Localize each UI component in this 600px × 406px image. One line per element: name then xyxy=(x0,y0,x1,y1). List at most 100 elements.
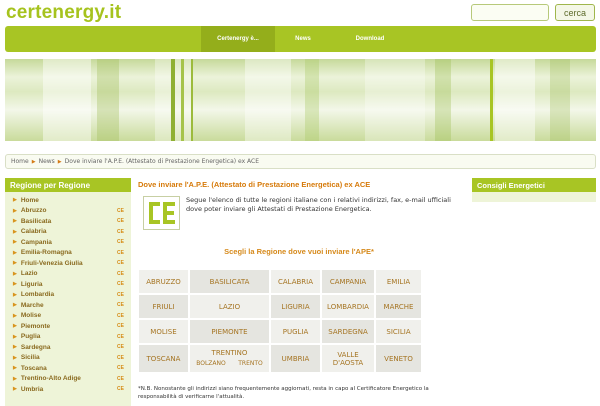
chevron-right-icon: ▶ xyxy=(13,281,17,288)
breadcrumb-home[interactable]: Home xyxy=(11,158,29,165)
sidebar-item-label: Lazio xyxy=(20,270,38,278)
sidebar-item-toscana[interactable]: ▶ Toscana CE xyxy=(5,363,131,374)
region-label: TOSCANA xyxy=(146,354,181,363)
sidebar-item-friuli-venezia-giulia[interactable]: ▶ Friuli-Venezia Giulia CE xyxy=(5,258,131,269)
search-button[interactable]: cerca xyxy=(555,4,595,21)
nav-item-news[interactable]: News xyxy=(277,26,329,52)
region-grid: ABRUZZO BASILICATA CALABRIA CAMPANIA EMILIA F… xyxy=(139,270,421,372)
region-cell-emilia[interactable]: EMILIA xyxy=(376,270,421,293)
chevron-right-icon: ▶ xyxy=(13,312,17,319)
region-sub-bolzano[interactable]: BOLZANO xyxy=(196,360,226,368)
region-cell-molise[interactable]: MOLISE xyxy=(139,320,188,343)
region-label: VENETO xyxy=(384,354,413,363)
ce-badge-icon: CE xyxy=(117,354,124,361)
region-cell-liguria[interactable]: LIGURIA xyxy=(271,295,320,318)
region-cell-piemonte[interactable]: PIEMONTE xyxy=(190,320,269,343)
ce-badge-icon: CE xyxy=(117,375,124,382)
breadcrumb-news[interactable]: News xyxy=(39,158,55,165)
sidebar-item-calabria[interactable]: ▶ Calabria CE xyxy=(5,227,131,238)
chevron-right-icon: ▶ xyxy=(13,291,17,298)
sidebar-item-label: Toscana xyxy=(20,364,47,372)
sidebar-item-label: Sicilia xyxy=(20,354,40,362)
sidebar-item-home[interactable]: ▶ Home xyxy=(5,195,131,206)
chevron-right-icon: ▶ xyxy=(13,386,17,393)
chevron-right-icon: ▶ xyxy=(13,239,17,246)
search-input[interactable] xyxy=(471,4,549,21)
sidebar-item-label: Umbria xyxy=(20,385,44,393)
chevron-right-icon: ▶ xyxy=(13,270,17,277)
region-cell-valle-d-aosta[interactable]: VALLE D'AOSTA xyxy=(322,345,374,372)
intro-text: Segue l'elenco di tutte le regioni itali… xyxy=(186,196,451,213)
region-cell-basilicata[interactable]: BASILICATA xyxy=(190,270,269,293)
sidebar-item-label: Lombardia xyxy=(20,291,55,299)
disclaimer-note: *N.B. Nonostante gli indirizzi siano fre… xyxy=(138,386,429,400)
chevron-right-icon: ▶ xyxy=(13,228,17,235)
region-cell-sicilia[interactable]: SICILIA xyxy=(376,320,421,343)
sidebar-item-sicilia[interactable]: ▶ Sicilia CE xyxy=(5,353,131,364)
region-cell-marche[interactable]: MARCHE xyxy=(376,295,421,318)
breadcrumb-current: Dove inviare l'A.P.E. (Attestato di Pres… xyxy=(64,158,260,165)
chevron-right-icon: ▶ xyxy=(13,260,17,267)
region-label: FRIULI xyxy=(152,302,175,311)
region-cell-umbria[interactable]: UMBRIA xyxy=(271,345,320,372)
sidebar-item-label: Marche xyxy=(20,301,44,309)
region-cell-campania[interactable]: CAMPANIA xyxy=(322,270,374,293)
chevron-right-icon: ▶ xyxy=(31,158,36,165)
region-cell-lazio[interactable]: LAZIO xyxy=(190,295,269,318)
sidebar-title: Regione per Regione xyxy=(5,178,131,192)
sidebar-item-sardegna[interactable]: ▶ Sardegna CE xyxy=(5,342,131,353)
sidebar-item-campania[interactable]: ▶ Campania CE xyxy=(5,237,131,248)
region-label: LOMBARDIA xyxy=(327,302,369,311)
sidebar-item-label: Sardegna xyxy=(20,343,51,351)
nav-item-download[interactable]: Download xyxy=(331,26,409,52)
sidebar-item-marche[interactable]: ▶ Marche CE xyxy=(5,300,131,311)
region-cell-toscana[interactable]: TOSCANA xyxy=(139,345,188,372)
region-cell-sardegna[interactable]: SARDEGNA xyxy=(322,320,374,343)
site-logo[interactable]: certenergy.it xyxy=(6,2,121,24)
region-cell-calabria[interactable]: CALABRIA xyxy=(271,270,320,293)
energy-tips-title: Consigli Energetici xyxy=(472,178,596,192)
sidebar-item-abruzzo[interactable]: ▶ Abruzzo CE xyxy=(5,206,131,217)
ce-badge-icon: CE xyxy=(117,312,124,319)
region-label: SARDEGNA xyxy=(328,327,368,336)
region-label: MOLISE xyxy=(150,327,177,336)
region-cell-veneto[interactable]: VENETO xyxy=(376,345,421,372)
region-cell-abruzzo[interactable]: ABRUZZO xyxy=(139,270,188,293)
sidebar-item-trentino-alto-adige[interactable]: ▶ Trentino-Alto Adige CE xyxy=(5,374,131,385)
ce-badge-icon: CE xyxy=(117,249,124,256)
sidebar-item-liguria[interactable]: ▶ Liguria CE xyxy=(5,279,131,290)
ce-badge-icon: CE xyxy=(117,228,124,235)
chevron-right-icon: ▶ xyxy=(13,197,17,204)
region-cell-lombardia[interactable]: LOMBARDIA xyxy=(322,295,374,318)
breadcrumb: Home ▶ News ▶ Dove inviare l'A.P.E. (Att… xyxy=(5,154,596,169)
sidebar-item-umbria[interactable]: ▶ Umbria CE xyxy=(5,384,131,395)
sidebar-item-emilia-romagna[interactable]: ▶ Emilia-Romagna CE xyxy=(5,248,131,259)
sidebar-item-piemonte[interactable]: ▶ Piemonte CE xyxy=(5,321,131,332)
sidebar-item-label: Molise xyxy=(20,312,42,320)
sidebar-item-molise[interactable]: ▶ Molise CE xyxy=(5,311,131,322)
ce-badge-icon: CE xyxy=(117,281,124,288)
ce-badge-icon: CE xyxy=(117,218,124,225)
sidebar-item-puglia[interactable]: ▶ Puglia CE xyxy=(5,332,131,343)
region-cell-puglia[interactable]: PUGLIA xyxy=(271,320,320,343)
region-sub-trento[interactable]: TRENTO xyxy=(238,360,263,368)
ce-badge-icon: CE xyxy=(117,291,124,298)
ce-logo xyxy=(143,196,180,230)
region-cell-friuli[interactable]: FRIULI xyxy=(139,295,188,318)
ce-badge-icon: CE xyxy=(117,365,124,372)
sidebar-list: ▶ Home ▶ Abruzzo CE ▶ Basilicata CE ▶ Calabria CE ▶… xyxy=(5,192,131,395)
ce-badge-icon: CE xyxy=(117,323,124,330)
sidebar-item-lombardia[interactable]: ▶ Lombardia CE xyxy=(5,290,131,301)
nav-item-certenergy[interactable]: Certenergy è... xyxy=(201,26,275,52)
sidebar-item-basilicata[interactable]: ▶ Basilicata CE xyxy=(5,216,131,227)
region-label: PUGLIA xyxy=(282,327,309,336)
region-label: CAMPANIA xyxy=(329,277,367,286)
sidebar-item-label: Abruzzo xyxy=(20,207,47,215)
sidebar-item-lazio[interactable]: ▶ Lazio CE xyxy=(5,269,131,280)
region-label: EMILIA xyxy=(386,277,411,286)
chevron-right-icon: ▶ xyxy=(13,323,17,330)
choose-region-heading: Scegli la Regione dove vuoi inviare l'AP… xyxy=(224,247,374,256)
sidebar-item-label: Trentino-Alto Adige xyxy=(20,375,81,383)
region-label: SICILIA xyxy=(386,327,411,336)
region-cell-trentino[interactable]: TRENTINO BOLZANO TRENTO xyxy=(190,345,269,372)
